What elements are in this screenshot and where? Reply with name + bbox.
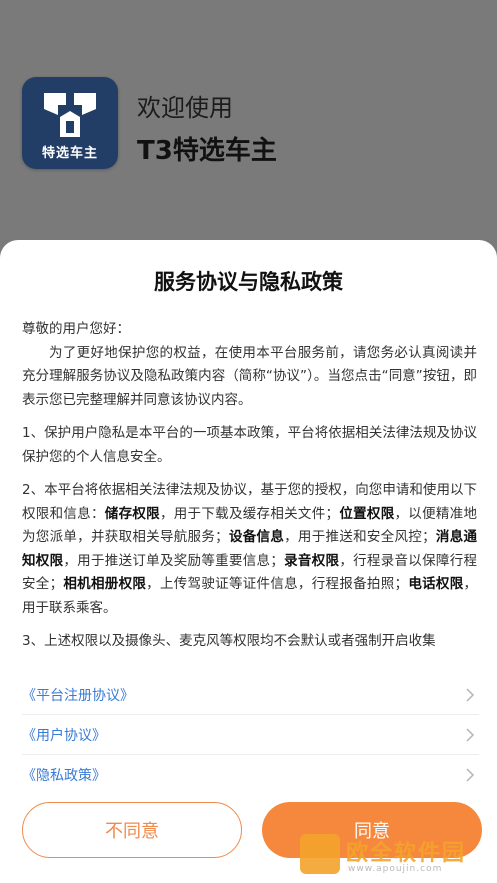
device-info: 设备信息 [228,529,285,545]
agreement-text[interactable]: 尊敬的用户您好： 为了更好地保护您的权益，在使用本平台服务前，请您务必认真阅读并… [22,318,477,664]
dialog-title: 服务协议与隐私政策 [154,270,343,294]
watermark-logo-icon [300,834,340,874]
chevron-right-icon [466,688,475,702]
camera-album-permission: 相机相册权限 [63,576,147,592]
location-permission: 位置权限 [339,505,395,522]
disagree-button[interactable]: 不同意 [22,802,242,858]
item-2: 2、本平台将依据相关法律法规及协议，基于您的授权，向您申请和使用以下权限和信息：… [22,482,477,616]
splash-background: 特选车主 欢迎使用 T3特选车主 [0,0,497,250]
chevron-right-icon [466,768,475,782]
welcome-text: 欢迎使用 [137,94,233,122]
link-platform-registration[interactable]: 《平台注册协议》 [22,675,479,715]
chevron-right-icon [466,728,475,742]
phone-permission: 电话权限 [408,576,464,592]
watermark-url: www.apoujin.com [348,864,443,874]
t3-logo-icon [44,93,96,137]
app-logo: 特选车主 [22,77,118,169]
link-user-agreement[interactable]: 《用户协议》 [22,715,479,755]
greeting: 尊敬的用户您好： [22,321,130,337]
app-name: T3特选车主 [137,136,277,166]
link-label: 《平台注册协议》 [22,687,134,704]
item-1: 1、保护用户隐私是本平台的一项基本政策，平台将依据相关法律法规及协议保护您的个人… [22,425,477,465]
privacy-dialog: 服务协议与隐私政策 尊敬的用户您好： 为了更好地保护您的权益，在使用本平台服务前… [0,240,497,883]
watermark: 欧全软件园 www.apoujin.com [300,832,490,878]
watermark-text: 欧全软件园 [346,841,467,866]
storage-permission: 储存权限 [104,505,160,522]
agreement-links: 《平台注册协议》 《用户协议》 《隐私政策》 [22,675,479,794]
recording-permission: 录音权限 [283,552,340,569]
link-label: 《隐私政策》 [22,767,106,784]
item-3: 3、上述权限以及摄像头、麦克风等权限均不会默认或者强制开启收集 [22,633,436,649]
link-label: 《用户协议》 [22,727,106,744]
intro-paragraph: 为了更好地保护您的权益，在使用本平台服务前，请您务必认真阅读并充分理解服务协议及… [22,344,477,408]
link-privacy-policy[interactable]: 《隐私政策》 [22,755,479,794]
logo-label: 特选车主 [41,146,98,161]
